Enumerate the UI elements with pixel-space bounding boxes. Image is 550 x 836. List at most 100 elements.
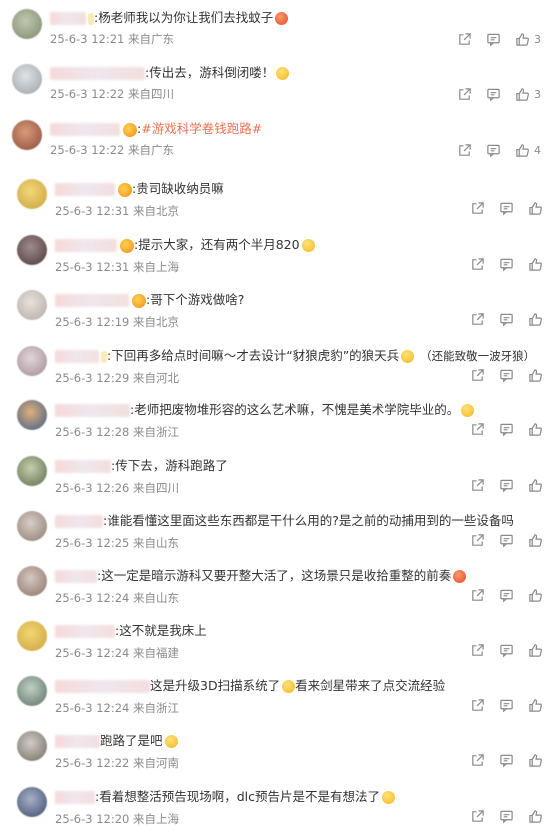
comment-content: :看着想整活预告现场啊，dlc预告片是不是有想法了 [55,789,395,805]
username[interactable] [55,735,100,748]
comment-actions: 3 [457,31,541,47]
comment-icon[interactable] [499,753,514,768]
comment-icon[interactable] [486,32,501,47]
like-icon[interactable] [528,753,543,768]
share-icon[interactable] [457,32,472,47]
avatar[interactable] [17,290,47,320]
username[interactable] [55,625,115,638]
share-icon[interactable] [470,201,485,216]
share-icon[interactable] [470,809,485,824]
avatar[interactable] [17,456,47,486]
comment-location: 来自广东 [128,32,175,46]
avatar[interactable] [12,64,42,94]
share-icon[interactable] [470,753,485,768]
username[interactable] [55,404,130,417]
share-icon[interactable] [470,478,485,493]
like-icon[interactable] [528,422,543,437]
comment-icon[interactable] [499,698,514,713]
share-icon[interactable] [470,698,485,713]
think-emoji-icon [282,680,296,693]
like-icon[interactable] [528,533,543,548]
wow-emoji-icon [382,791,395,804]
share-icon[interactable] [470,643,485,658]
like-icon[interactable] [528,588,543,603]
avatar[interactable] [17,400,47,430]
like-icon[interactable] [528,368,543,383]
like-icon[interactable] [528,809,543,824]
comment-text: 这是升级3D扫描系统了 [150,678,281,693]
comment-actions [470,367,543,383]
comment-icon[interactable] [499,422,514,437]
avatar[interactable] [17,346,47,376]
avatar[interactable] [17,511,47,541]
username[interactable] [50,67,145,80]
comment-item: 跑路了是吧 25-6-3 12:22 来自河南 [0,725,550,780]
comment-icon[interactable] [499,368,514,383]
avatar[interactable] [17,235,47,265]
comment-icon[interactable] [499,257,514,272]
like-icon[interactable] [515,32,530,47]
avatar[interactable] [17,787,47,817]
username[interactable] [55,183,115,196]
comment-icon[interactable] [486,87,501,102]
like-icon[interactable] [528,478,543,493]
comment-text-continued: 看来剑星带来了点交流经验 [295,678,446,693]
laugh-emoji-icon [276,67,290,80]
comment-icon[interactable] [499,809,514,824]
topic-link[interactable]: #游戏科学卷钱跑路# [141,121,262,136]
comment-text-continued: （还能致敬一波牙狼） [420,349,536,363]
share-icon[interactable] [457,87,472,102]
avatar[interactable] [17,621,47,651]
share-icon[interactable] [470,533,485,548]
comment-item: :杨老师我以为你让我们去找蚊子 25-6-3 12:21 来自广东 3 [0,5,550,60]
comment-item: :这一定是暗示游科又要开整大活了，这场景只是收拾重整的前奏 25-6-3 12:2… [0,560,550,615]
username[interactable] [50,12,86,25]
comment-icon[interactable] [499,533,514,548]
like-count: 4 [534,143,541,157]
avatar[interactable] [17,566,47,596]
comment-actions [470,421,543,437]
avatar[interactable] [17,179,47,209]
share-icon[interactable] [457,143,472,158]
share-icon[interactable] [470,588,485,603]
comment-icon[interactable] [499,478,514,493]
comment-actions: 3 [457,86,541,102]
avatar[interactable] [17,731,47,761]
like-icon[interactable] [515,143,530,158]
username[interactable] [55,680,150,693]
comment-icon[interactable] [499,201,514,216]
comment-date: 25-6-3 12:25 [55,536,130,550]
like-icon[interactable] [528,643,543,658]
comment-text: :谁能看懂这里面这些东西都是干什么用的?是之前的动捕用到的一些设备吗 [103,513,514,528]
username[interactable] [55,570,97,583]
comment-date: 25-6-3 12:24 [55,646,130,660]
like-icon[interactable] [528,312,543,327]
avatar[interactable] [12,120,42,150]
username[interactable] [55,791,95,804]
avatar[interactable] [17,676,47,706]
share-icon[interactable] [470,368,485,383]
like-icon[interactable] [515,87,530,102]
comment-icon[interactable] [499,643,514,658]
username[interactable] [50,123,120,136]
username[interactable] [55,294,129,307]
comment-meta: 25-6-3 12:31 来自上海 [55,259,179,275]
comment-text: :看着想整活预告现场啊，dlc预告片是不是有想法了 [95,789,380,804]
like-icon[interactable] [528,201,543,216]
share-icon[interactable] [470,312,485,327]
comment-icon[interactable] [499,588,514,603]
cry-emoji-icon [401,350,415,363]
share-icon[interactable] [470,257,485,272]
like-icon[interactable] [528,257,543,272]
username[interactable] [55,515,103,528]
comment-icon[interactable] [499,312,514,327]
share-icon[interactable] [470,422,485,437]
comment-date: 25-6-3 12:29 [55,371,130,385]
avatar[interactable] [12,9,42,39]
comment-icon[interactable] [486,143,501,158]
username[interactable] [55,460,111,473]
like-icon[interactable] [528,698,543,713]
username[interactable] [55,350,99,363]
angry-emoji-icon [275,12,289,25]
username[interactable] [55,239,117,252]
